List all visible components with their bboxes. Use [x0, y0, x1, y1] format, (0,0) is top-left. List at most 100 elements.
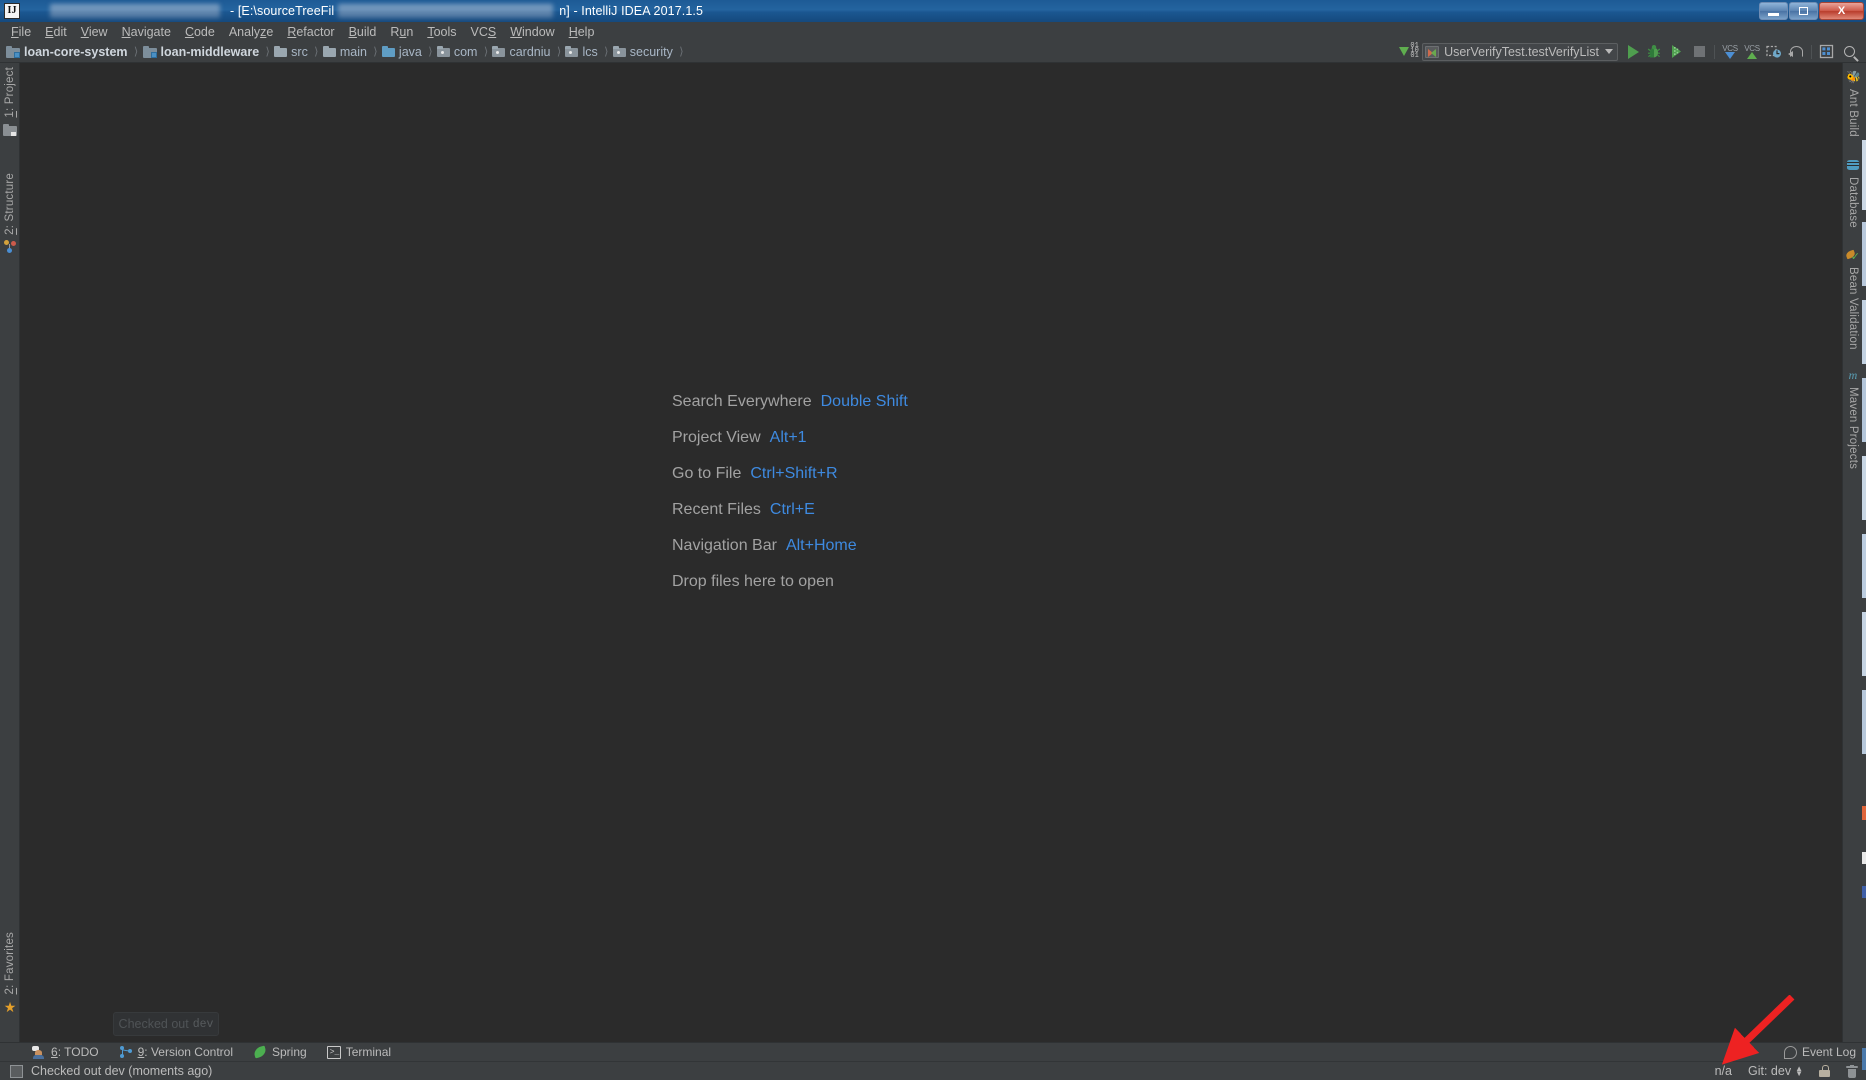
app-icon: IJ — [4, 3, 20, 19]
intellij-idea-window: IJ - [E:\sourceTreeFil n] - IntelliJ IDE… — [0, 0, 1866, 1080]
menu-help[interactable]: Help — [562, 24, 602, 40]
minimize-button[interactable] — [1759, 2, 1788, 20]
git-branch-widget[interactable]: Git: dev ▲ ▼ — [1748, 1064, 1803, 1078]
search-everywhere-button[interactable] — [1838, 42, 1860, 62]
binary-digits: 01 10 01 — [1410, 42, 1419, 60]
chevron-down-icon — [1605, 49, 1613, 54]
toolbar-divider — [1811, 44, 1812, 59]
menu-tools[interactable]: Tools — [420, 24, 463, 40]
menu-edit[interactable]: Edit — [38, 24, 74, 40]
sidebar-item-favorites[interactable]: 2: Favorites ★ — [0, 930, 20, 1017]
vcs-commit-button[interactable]: VCS — [1741, 42, 1763, 62]
sidebar-item-database[interactable]: Database — [1843, 155, 1863, 230]
checked-out-balloon: Checked out dev — [113, 1012, 219, 1036]
sidebar-item-label: Maven Projects — [1847, 387, 1859, 470]
run-configuration-name: UserVerifyTest.testVerifyList — [1444, 44, 1599, 59]
breadcrumb-item-java[interactable]: java — [381, 42, 424, 62]
download-arrow-icon — [1399, 47, 1410, 56]
sidebar-item-project[interactable]: 1: Project — [0, 65, 20, 140]
menu-analyze[interactable]: Analyze — [222, 24, 280, 40]
welcome-label: Navigation Bar — [672, 537, 777, 554]
menu-run[interactable]: Run — [383, 24, 420, 40]
run-button[interactable] — [1622, 42, 1644, 62]
lock-icon[interactable] — [1819, 1065, 1830, 1077]
tool-window-event-log[interactable]: Event Log — [1783, 1045, 1856, 1059]
caret-position-widget[interactable]: n/a — [1715, 1064, 1732, 1078]
maximize-button[interactable] — [1789, 2, 1818, 20]
vcs-label: VCS — [1722, 43, 1738, 53]
left-tool-window-stripe: 1: Project 2: Structure 2: Favorites ★ — [0, 63, 20, 1042]
update-project-icon[interactable]: 01 10 01 — [1396, 42, 1422, 62]
menu-refactor[interactable]: Refactor — [280, 24, 341, 40]
breadcrumb-item-loan-core-system[interactable]: loan-core-system — [6, 42, 130, 62]
vcs-history-button[interactable] — [1763, 42, 1785, 62]
sidebar-item-ant-build[interactable]: 🐝 Ant Build — [1843, 67, 1863, 139]
welcome-row-drop-files: Drop files here to open — [672, 573, 1312, 591]
status-square-icon[interactable] — [10, 1064, 23, 1078]
breadcrumb-item-cardniu[interactable]: cardniu — [492, 42, 552, 62]
welcome-label: Search Everywhere — [672, 393, 812, 410]
welcome-row-project-view: Project View Alt+1 — [672, 429, 1312, 447]
welcome-shortcut: Alt+1 — [769, 429, 807, 446]
breadcrumb-separator-icon: ⟩ — [133, 46, 139, 58]
toolbar-actions: 01 10 01 UserVerifyTest.testVerifyList V… — [1396, 41, 1866, 63]
run-with-coverage-button[interactable] — [1666, 42, 1688, 62]
breadcrumb-item-main[interactable]: main — [322, 42, 369, 62]
bottombar-right-group: Event Log — [1783, 1045, 1866, 1059]
revert-button[interactable] — [1785, 42, 1807, 62]
breadcrumb-item-src[interactable]: src — [274, 42, 310, 62]
breadcrumb-item-loan-middleware[interactable]: loan-middleware — [142, 42, 262, 62]
window-title: - [E:\sourceTreeFil n] - IntelliJ IDEA 2… — [24, 0, 1758, 22]
menu-window[interactable]: Window — [503, 24, 561, 40]
run-configuration-selector[interactable]: UserVerifyTest.testVerifyList — [1422, 42, 1618, 61]
breadcrumb-label: lcs — [582, 44, 598, 59]
ant-icon: 🐝 — [1846, 70, 1861, 84]
breadcrumb-item-lcs[interactable]: lcs — [565, 42, 599, 62]
breadcrumb-label: main — [339, 44, 367, 59]
tool-window-label: Event Log — [1801, 1045, 1856, 1059]
breadcrumb-item-com[interactable]: com — [436, 42, 480, 62]
vcs-update-button[interactable]: VCS — [1719, 42, 1741, 62]
welcome-label: Project View — [672, 429, 761, 446]
stop-button[interactable] — [1688, 42, 1710, 62]
menu-view[interactable]: View — [74, 24, 115, 40]
status-message: Checked out dev (moments ago) — [31, 1064, 213, 1078]
window-controls: X — [1758, 0, 1864, 22]
version-control-icon — [119, 1045, 133, 1059]
settings-button[interactable] — [1816, 42, 1838, 62]
window-title-part-2: n] - IntelliJ IDEA 2017.1.5 — [559, 4, 704, 18]
sidebar-item-structure[interactable]: 2: Structure — [0, 171, 20, 257]
tool-window-spring[interactable]: Spring — [243, 1043, 317, 1062]
memory-trash-icon[interactable] — [1846, 1064, 1858, 1078]
tool-window-terminal[interactable]: >_ Terminal — [317, 1043, 401, 1062]
project-folder-icon — [3, 123, 17, 137]
sidebar-item-label: Bean Validation — [1847, 267, 1859, 350]
menu-build[interactable]: Build — [342, 24, 384, 40]
toolbar-divider — [1714, 44, 1715, 59]
menu-bar: File Edit View Navigate Code Analyze Ref… — [0, 22, 1866, 41]
welcome-row-search-everywhere: Search Everywhere Double Shift — [672, 393, 1312, 411]
tool-window-todo[interactable]: 6: TODO — [22, 1043, 109, 1062]
menu-file[interactable]: File — [4, 24, 38, 40]
welcome-shortcut: Ctrl+Shift+R — [750, 465, 838, 482]
stop-icon — [1693, 46, 1705, 57]
status-bar-widgets: n/a Git: dev ▲ ▼ — [1715, 1064, 1866, 1078]
close-icon: X — [1837, 5, 1846, 17]
git-branch-label: Git: dev — [1748, 1064, 1792, 1078]
minimize-icon — [1768, 12, 1779, 16]
debug-button[interactable] — [1644, 42, 1666, 62]
folder-icon — [322, 46, 336, 57]
tool-window-version-control[interactable]: 9: Version Control — [109, 1043, 243, 1062]
vcs-label: VCS — [1744, 43, 1760, 53]
close-button[interactable]: X — [1819, 2, 1864, 20]
menu-navigate[interactable]: Navigate — [115, 24, 178, 40]
menu-vcs[interactable]: VCS — [464, 24, 504, 40]
menu-code[interactable]: Code — [178, 24, 222, 40]
sidebar-item-bean-validation[interactable]: ✓ Bean Validation — [1843, 245, 1863, 352]
module-icon — [6, 45, 20, 58]
breadcrumb-label: com — [453, 44, 478, 59]
breadcrumb-item-security[interactable]: security — [612, 42, 675, 62]
sidebar-item-maven-projects[interactable]: m Maven Projects — [1843, 365, 1863, 471]
redacted-title-segment-2 — [338, 4, 554, 18]
search-icon — [1843, 46, 1855, 57]
